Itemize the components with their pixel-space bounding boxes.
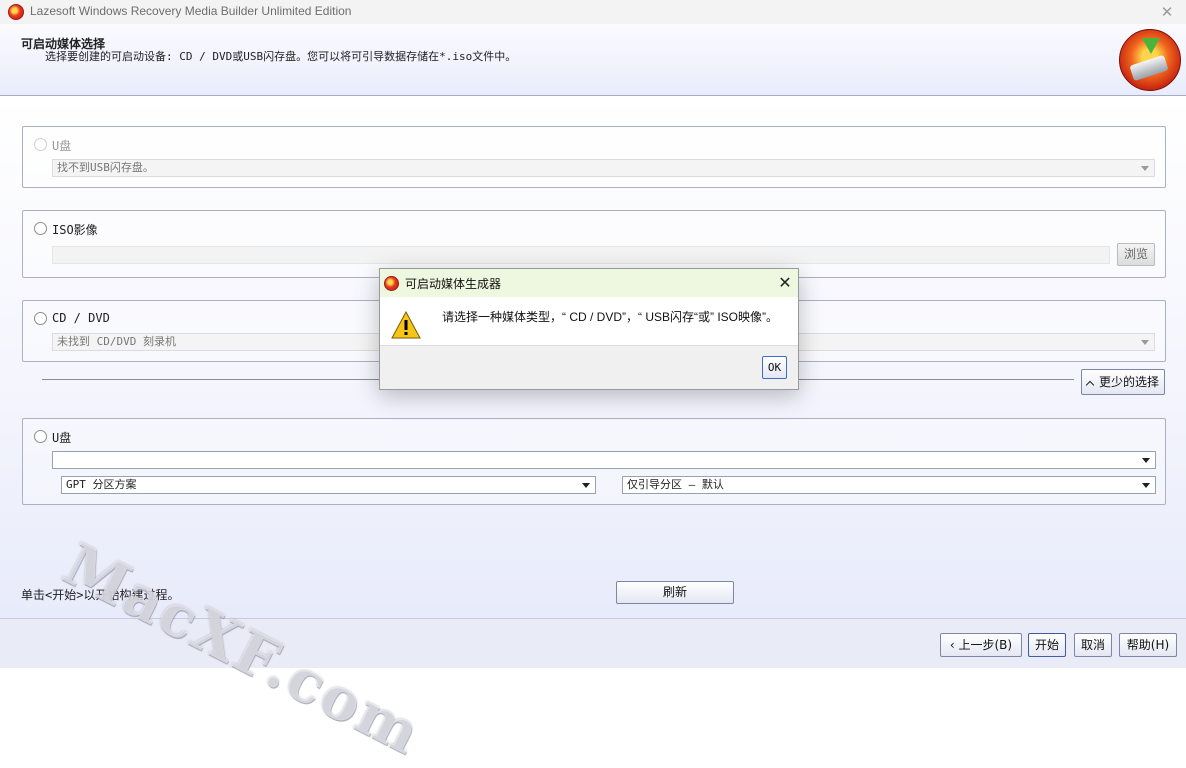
chevron-down-icon	[1142, 458, 1150, 463]
cancel-button[interactable]: 取消	[1074, 633, 1112, 657]
chevron-down-icon	[1141, 340, 1149, 345]
cd-dvd-radio[interactable]	[34, 312, 47, 325]
back-button[interactable]: ‹ 上一步(B)	[940, 633, 1022, 657]
iso-radio[interactable]	[34, 222, 47, 235]
wizard-header: 可启动媒体选择 选择要创建的可启动设备: CD / DVD或USB闪存盘。您可以…	[0, 24, 1186, 96]
window-title-bar: Lazesoft Windows Recovery Media Builder …	[0, 0, 1186, 24]
chevron-left-icon: ‹	[949, 638, 959, 652]
usb-bottom-device-select[interactable]	[52, 451, 1156, 469]
start-button[interactable]: 开始	[1028, 633, 1066, 657]
dialog-title-bar: 可启动媒体生成器 ✕	[380, 269, 798, 297]
help-button[interactable]: 帮助(H)	[1119, 633, 1177, 657]
dialog-body: 请选择一种媒体类型，“ CD / DVD”，“ USB闪存“或” ISO映像”。	[380, 297, 798, 345]
usb-bottom-label: U盘	[52, 431, 72, 445]
app-icon	[8, 4, 24, 20]
partition-scheme-value: GPT 分区方案	[66, 478, 137, 491]
chevron-down-icon	[1141, 166, 1149, 171]
usb-top-group: U盘 找不到USB闪存盘。	[22, 126, 1166, 188]
less-options-button[interactable]: 更少的选择	[1081, 369, 1165, 395]
usb-bottom-group: U盘 GPT 分区方案 仅引导分区 — 默认	[22, 418, 1166, 505]
usb-top-label: U盘	[52, 139, 72, 153]
chevron-down-icon	[582, 483, 590, 488]
usb-top-radio[interactable]	[34, 138, 47, 151]
app-logo-icon	[1119, 29, 1181, 91]
cd-dvd-device-value: 未找到 CD/DVD 刻录机	[57, 335, 176, 348]
chevron-down-icon	[1142, 483, 1150, 488]
iso-label: ISO影像	[52, 223, 98, 237]
window-title: Lazesoft Windows Recovery Media Builder …	[30, 4, 352, 18]
media-type-dialog: 可启动媒体生成器 ✕ 请选择一种媒体类型，“ CD / DVD”，“ USB闪存…	[379, 268, 799, 390]
warning-icon	[391, 311, 421, 339]
cd-dvd-label: CD / DVD	[52, 311, 110, 325]
window-close-button[interactable]: ✕	[1156, 1, 1178, 23]
wizard-footer: ‹ 上一步(B) 开始 取消 帮助(H)	[0, 618, 1186, 668]
usb-top-device-value: 找不到USB闪存盘。	[57, 161, 154, 174]
dialog-title: 可启动媒体生成器	[405, 277, 502, 291]
partition-mode-value: 仅引导分区 — 默认	[627, 478, 724, 491]
ok-button[interactable]: OK	[762, 356, 787, 379]
dialog-app-icon	[384, 276, 399, 291]
usb-bottom-radio[interactable]	[34, 430, 47, 443]
chevron-up-icon	[1085, 380, 1095, 390]
dialog-message: 请选择一种媒体类型，“ CD / DVD”，“ USB闪存“或” ISO映像”。	[442, 310, 778, 324]
dialog-footer: OK	[380, 345, 798, 389]
partition-mode-select[interactable]: 仅引导分区 — 默认	[622, 476, 1156, 494]
browse-button[interactable]: 浏览	[1117, 243, 1155, 266]
partition-scheme-select[interactable]: GPT 分区方案	[61, 476, 596, 494]
status-text: 单击<开始>以开始构建过程。	[21, 588, 180, 602]
page-subtitle: 选择要创建的可启动设备: CD / DVD或USB闪存盘。您可以将可引导数据存储…	[45, 50, 517, 63]
usb-top-device-select[interactable]: 找不到USB闪存盘。	[52, 159, 1155, 177]
iso-path-field[interactable]	[52, 246, 1110, 264]
dialog-close-button[interactable]: ✕	[774, 272, 796, 294]
refresh-button[interactable]: 刷新	[616, 581, 734, 604]
